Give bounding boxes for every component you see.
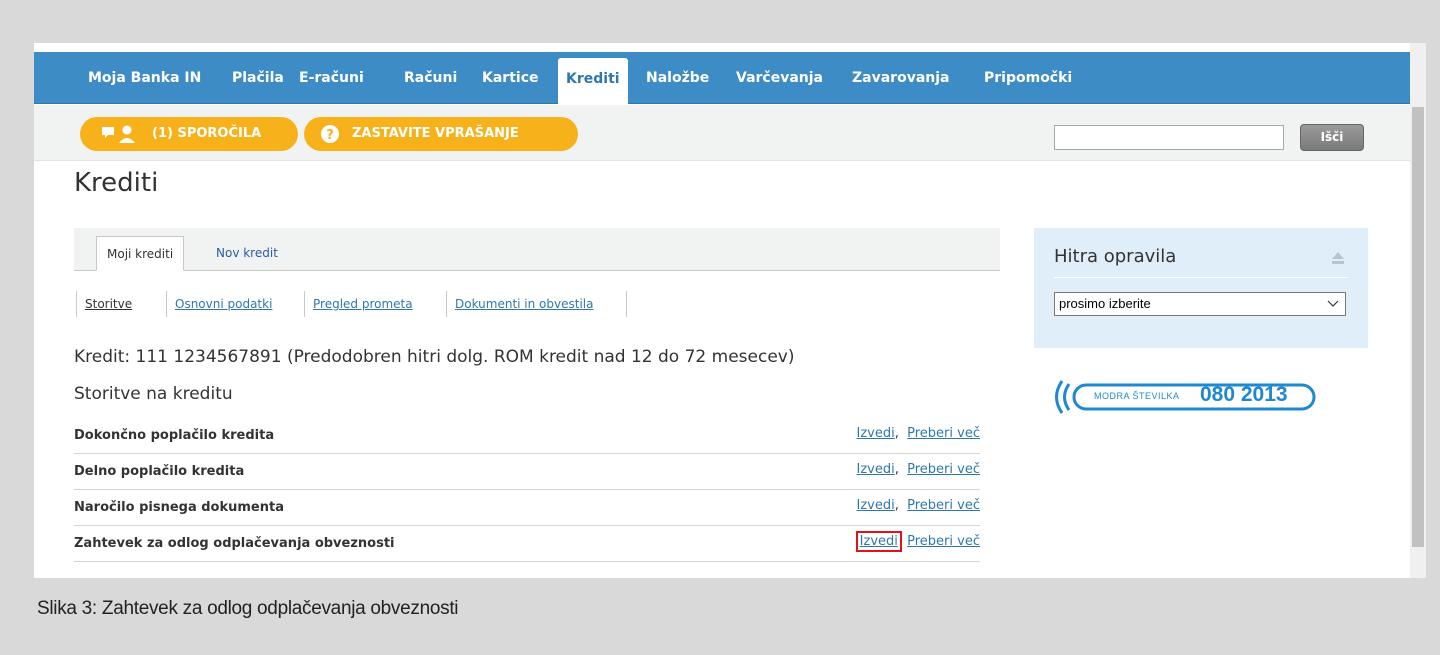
search-button[interactable]: Išči	[1300, 124, 1364, 151]
chevron-down-icon	[1327, 296, 1339, 318]
select-value: prosimo izberite	[1059, 296, 1151, 311]
sublink-osnovni-podatki[interactable]: Osnovni podatki	[166, 291, 272, 317]
sublink-pregled-prometa[interactable]: Pregled prometa	[304, 291, 413, 317]
nav-item-varcevanja[interactable]: Varčevanja	[736, 52, 823, 104]
search-input[interactable]	[1054, 125, 1284, 150]
messages-button[interactable]: (1) SPOROČILA	[80, 117, 298, 151]
question-icon: ?	[320, 124, 340, 158]
preberi-vec-link[interactable]: Preberi več	[907, 498, 980, 513]
hotline-number: 080 2013	[1200, 383, 1288, 406]
toolbar: (1) SPOROČILA ? ZASTAVITE VPRAŠANJE Išči	[34, 105, 1410, 161]
preberi-vec-link[interactable]: Preberi več	[907, 534, 980, 549]
ask-question-button[interactable]: ? ZASTAVITE VPRAŠANJE	[304, 117, 578, 151]
tab-bar: Moji krediti Nov kredit	[74, 228, 1000, 271]
quick-tasks-panel: Hitra opravila prosimo izberite	[1034, 228, 1368, 348]
main-navigation: Moja Banka IN Plačila E-računi Računi Ka…	[34, 52, 1410, 105]
sublink-divider	[626, 291, 627, 317]
quick-tasks-title: Hitra opravila	[1054, 246, 1177, 267]
nav-item-zavarovanja[interactable]: Zavarovanja	[852, 52, 949, 104]
browser-viewport: Moja Banka IN Plačila E-računi Računi Ka…	[34, 43, 1426, 578]
scrollbar-thumb[interactable]	[1412, 107, 1424, 547]
collapse-icon[interactable]	[1331, 250, 1345, 264]
tab-moji-krediti[interactable]: Moji krediti	[96, 236, 185, 271]
nav-item-e-racuni[interactable]: E-računi	[299, 52, 364, 104]
section-title: Storitve na kreditu	[74, 384, 233, 404]
service-label: Delno poplačilo kredita	[74, 464, 245, 479]
preberi-vec-link[interactable]: Preberi več	[907, 426, 980, 441]
izvedi-link[interactable]: Izvedi	[857, 498, 895, 513]
service-label: Naročilo pisnega dokumenta	[74, 500, 284, 515]
service-row: Zahtevek za odlog odplačevanja obveznost…	[74, 526, 980, 562]
service-row: Naročilo pisnega dokumenta Izvedi, Prebe…	[74, 490, 980, 526]
service-label: Dokončno poplačilo kredita	[74, 428, 275, 443]
ask-question-label: ZASTAVITE VPRAŠANJE	[352, 126, 519, 141]
izvedi-link[interactable]: Izvedi	[857, 462, 895, 477]
quick-tasks-select[interactable]: prosimo izberite	[1054, 292, 1346, 316]
credit-description: Kredit: 111 1234567891 (Predodobren hitr…	[74, 347, 795, 367]
nav-item-moja-banka[interactable]: Moja Banka IN	[88, 52, 201, 104]
figure-caption: Slika 3: Zahtevek za odlog odplačevanja …	[37, 598, 459, 619]
nav-item-pripomocki[interactable]: Pripomočki	[984, 52, 1072, 104]
preberi-vec-link[interactable]: Preberi več	[907, 462, 980, 477]
nav-item-kartice[interactable]: Kartice	[482, 52, 539, 104]
hotline-banner[interactable]: MODRA ŠTEVILKA 080 2013	[1050, 377, 1320, 417]
svg-text:?: ?	[326, 128, 334, 143]
service-row: Delno poplačilo kredita Izvedi, Preberi …	[74, 454, 980, 490]
sublink-dokumenti-in-obvestila[interactable]: Dokumenti in obvestila	[446, 291, 593, 317]
nav-item-racuni[interactable]: Računi	[404, 52, 457, 104]
izvedi-link-highlighted[interactable]: Izvedi	[855, 531, 902, 552]
service-row: Dokončno poplačilo kredita Izvedi, Prebe…	[74, 418, 980, 454]
hotline-label: MODRA ŠTEVILKA	[1094, 391, 1180, 401]
nav-item-placila[interactable]: Plačila	[232, 52, 284, 104]
page-title: Krediti	[74, 168, 159, 198]
sublink-storitve[interactable]: Storitve	[76, 291, 132, 317]
messages-icon	[100, 124, 140, 158]
izvedi-link[interactable]: Izvedi	[857, 426, 895, 441]
divider	[1054, 277, 1348, 278]
service-label: Zahtevek za odlog odplačevanja obveznost…	[74, 536, 395, 551]
messages-label: (1) SPOROČILA	[152, 126, 262, 141]
nav-item-nalozbe[interactable]: Naložbe	[646, 52, 709, 104]
nav-item-krediti[interactable]: Krediti	[558, 58, 628, 105]
tab-nov-kredit[interactable]: Nov kredit	[206, 236, 288, 271]
